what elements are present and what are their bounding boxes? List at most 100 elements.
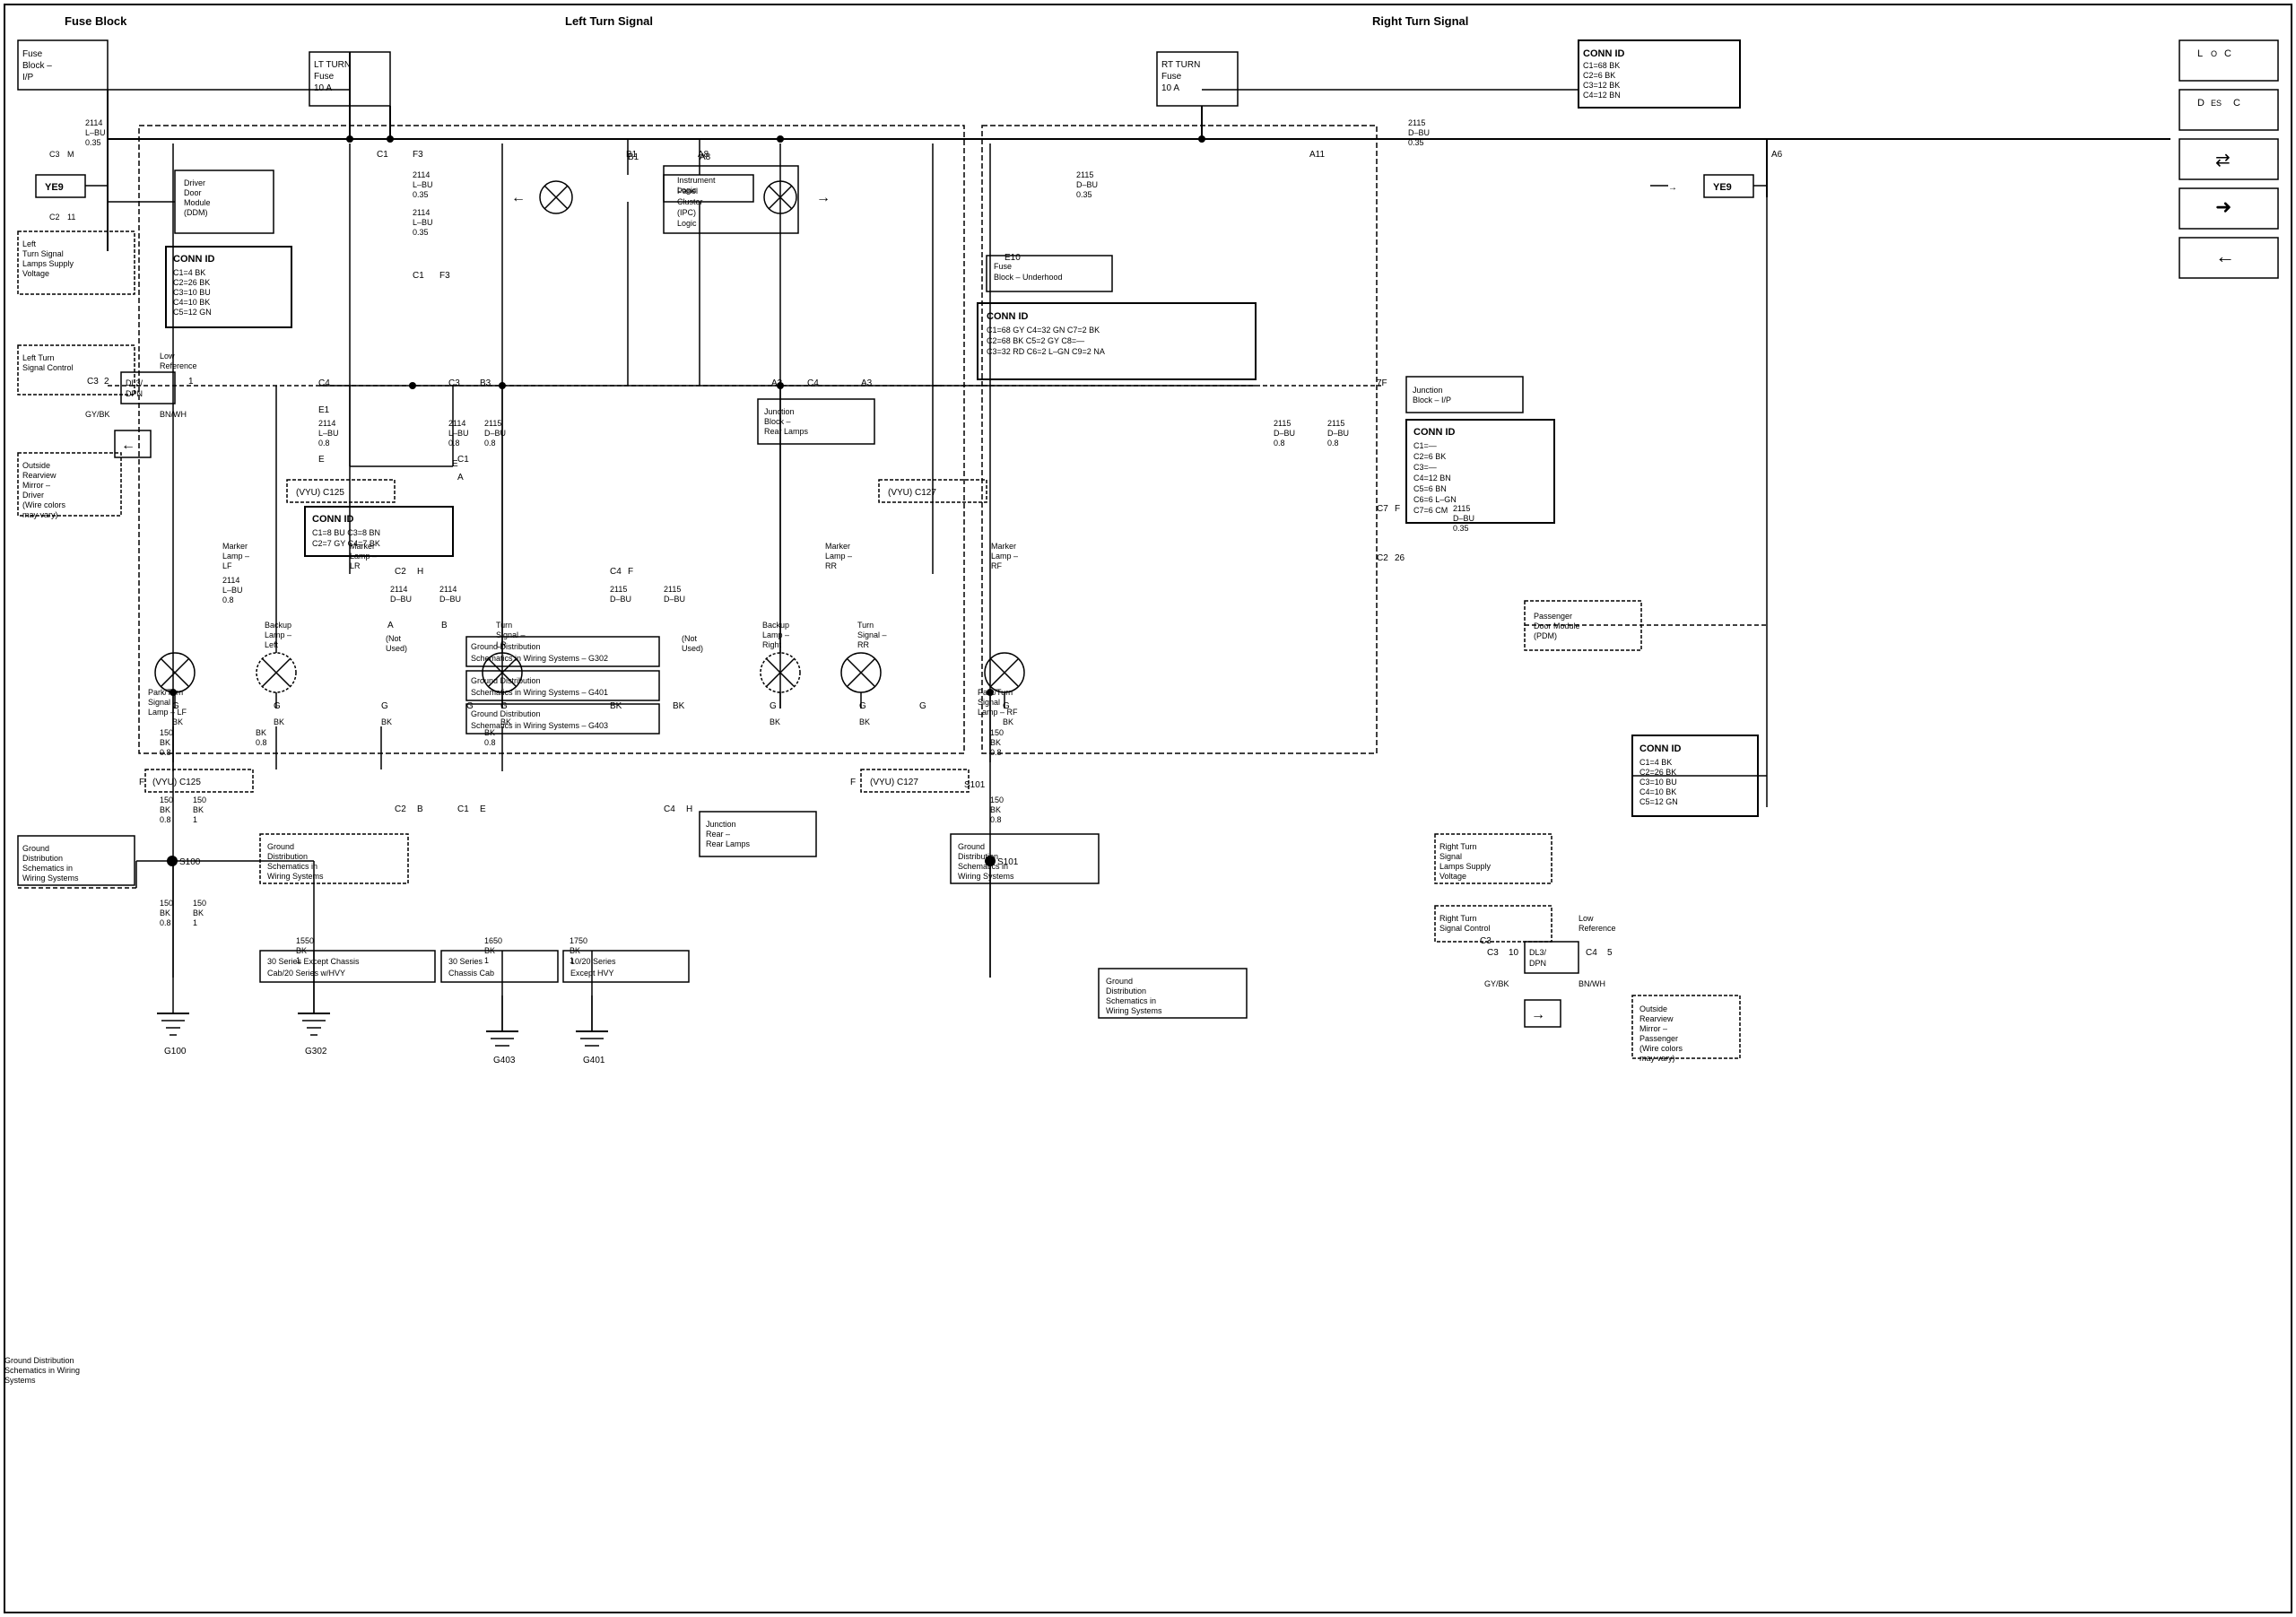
svg-text:Schematics in: Schematics in	[22, 864, 73, 873]
svg-text:Park/Turn: Park/Turn	[978, 688, 1013, 697]
svg-text:ES: ES	[2211, 99, 2222, 108]
svg-text:Reference: Reference	[1578, 924, 1616, 933]
svg-text:L–BU: L–BU	[85, 128, 106, 137]
svg-text:(Wire colors: (Wire colors	[22, 500, 66, 509]
svg-text:G403: G403	[493, 1056, 516, 1065]
svg-text:LF: LF	[222, 561, 232, 570]
svg-text:G: G	[770, 701, 777, 711]
svg-text:Rear –: Rear –	[706, 830, 730, 839]
svg-text:→: →	[1668, 183, 1677, 193]
svg-text:G: G	[919, 701, 926, 711]
svg-text:BK: BK	[274, 717, 284, 726]
svg-text:Underhood: Underhood	[1022, 273, 1063, 282]
svg-text:C3: C3	[1487, 948, 1499, 958]
svg-text:Right Turn: Right Turn	[1439, 914, 1477, 923]
svg-text:10 A: 10 A	[314, 83, 332, 93]
svg-text:2115: 2115	[664, 585, 681, 594]
svg-text:Schematics in: Schematics in	[267, 862, 317, 871]
svg-text:LT TURN: LT TURN	[314, 60, 351, 70]
svg-text:Fuse: Fuse	[1161, 72, 1182, 82]
svg-text:C1=8 BU C3=8 BN: C1=8 BU C3=8 BN	[312, 528, 380, 537]
svg-text:C2: C2	[395, 567, 406, 577]
svg-text:Ground Distribution: Ground Distribution	[471, 709, 541, 718]
svg-text:Fuse: Fuse	[994, 262, 1012, 271]
svg-text:Park/Turn: Park/Turn	[148, 688, 183, 697]
svg-text:Wiring Systems: Wiring Systems	[1106, 1006, 1162, 1015]
svg-text:0.8: 0.8	[448, 439, 460, 448]
svg-text:Left Turn: Left Turn	[22, 353, 55, 362]
svg-text:2115: 2115	[1274, 419, 1291, 428]
svg-text:Block –: Block –	[764, 417, 791, 426]
svg-text:CONN ID: CONN ID	[1583, 48, 1625, 59]
svg-text:BK: BK	[610, 701, 622, 711]
svg-text:(VYU) C125: (VYU) C125	[152, 778, 201, 787]
svg-text:Fuse: Fuse	[314, 72, 335, 82]
svg-text:C7=6 CM: C7=6 CM	[1413, 506, 1448, 515]
svg-text:BK: BK	[193, 805, 204, 814]
svg-text:DPN: DPN	[1529, 959, 1546, 968]
svg-text:D–BU: D–BU	[390, 595, 412, 604]
right-turn-label: Right Turn Signal	[1372, 14, 1468, 28]
svg-text:C4=10 BK: C4=10 BK	[173, 298, 210, 307]
svg-text:Block – I/P: Block – I/P	[1413, 396, 1451, 404]
fuse-block-label: Fuse Block	[65, 14, 127, 28]
svg-text:Junction: Junction	[706, 820, 736, 829]
svg-text:2115: 2115	[1453, 504, 1470, 513]
svg-text:C2=26 BK: C2=26 BK	[173, 278, 210, 287]
svg-text:L–BU: L–BU	[448, 429, 469, 438]
svg-text:BK: BK	[1003, 717, 1013, 726]
svg-text:10: 10	[1509, 948, 1519, 958]
svg-text:(Not: (Not	[682, 634, 698, 643]
svg-text:CONN ID: CONN ID	[987, 311, 1029, 322]
svg-text:C1=68 GY C4=32 GN C7=2 BK: C1=68 GY C4=32 GN C7=2 BK	[987, 326, 1100, 335]
svg-text:(IPC): (IPC)	[677, 208, 696, 217]
svg-text:A8: A8	[698, 150, 709, 160]
svg-text:D–BU: D–BU	[610, 595, 631, 604]
svg-text:C2: C2	[1377, 553, 1388, 563]
svg-text:Passenger: Passenger	[1534, 612, 1572, 621]
svg-text:Backup: Backup	[762, 621, 789, 630]
svg-text:Distribution: Distribution	[22, 854, 63, 863]
svg-text:G: G	[274, 701, 281, 711]
svg-text:Ground Distribution: Ground Distribution	[471, 676, 541, 685]
svg-text:C3: C3	[49, 150, 60, 159]
svg-text:BK: BK	[673, 701, 685, 711]
svg-text:1: 1	[193, 918, 197, 927]
svg-text:C2: C2	[395, 804, 406, 814]
svg-text:C2=6 BK: C2=6 BK	[1583, 71, 1615, 80]
svg-text:150: 150	[193, 795, 206, 804]
svg-text:BN/WH: BN/WH	[1578, 979, 1605, 988]
svg-text:may vary): may vary)	[1639, 1054, 1675, 1063]
svg-text:YE9: YE9	[45, 182, 64, 193]
svg-text:150: 150	[160, 795, 173, 804]
svg-text:(PDM): (PDM)	[1534, 631, 1557, 640]
svg-text:C1=68 BK: C1=68 BK	[1583, 61, 1620, 70]
svg-text:Signal –: Signal –	[857, 630, 887, 639]
svg-text:Marker: Marker	[991, 542, 1016, 551]
svg-text:←: ←	[121, 438, 135, 453]
svg-text:2114: 2114	[390, 585, 407, 594]
svg-text:C4=12 BN: C4=12 BN	[1583, 91, 1621, 100]
svg-text:Lamp –: Lamp –	[222, 552, 249, 561]
svg-text:RF: RF	[991, 561, 1002, 570]
svg-text:A11: A11	[1309, 150, 1325, 160]
svg-text:BK: BK	[256, 728, 266, 737]
svg-text:←: ←	[2215, 245, 2235, 267]
svg-text:F: F	[628, 567, 633, 577]
svg-text:Outside: Outside	[1639, 1004, 1667, 1013]
svg-text:DPN: DPN	[126, 389, 143, 398]
svg-text:Lamp –: Lamp –	[825, 552, 852, 561]
svg-text:may vary): may vary)	[22, 510, 58, 519]
svg-text:→: →	[1531, 1007, 1545, 1022]
svg-text:CONN ID: CONN ID	[1413, 427, 1456, 438]
svg-text:Ground: Ground	[1106, 977, 1133, 986]
svg-text:CONN ID: CONN ID	[1639, 743, 1682, 754]
svg-text:A6: A6	[1771, 150, 1783, 160]
svg-text:C1: C1	[457, 804, 469, 814]
svg-text:C: C	[2233, 98, 2240, 109]
svg-text:D–BU: D–BU	[1274, 429, 1295, 438]
svg-text:2114: 2114	[222, 576, 239, 585]
svg-text:Mirror –: Mirror –	[1639, 1024, 1667, 1033]
svg-text:C4: C4	[1586, 948, 1597, 958]
svg-text:Distribution: Distribution	[1106, 987, 1146, 995]
